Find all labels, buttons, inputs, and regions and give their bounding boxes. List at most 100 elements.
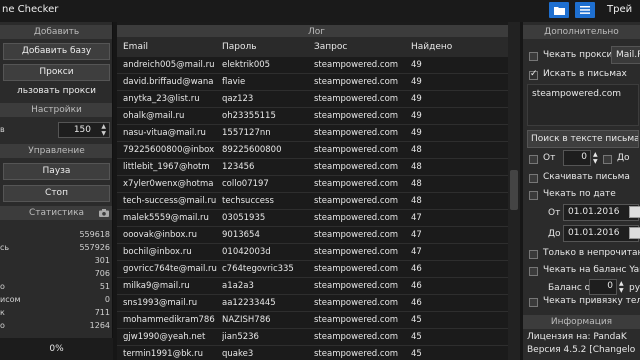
scrollbar-thumb[interactable] [510,170,518,210]
query-cell: steampowered.com [314,349,399,359]
query-cell: steampowered.com [314,298,399,308]
password-cell: elektrik005 [222,60,271,70]
table-row[interactable]: ohalk@mail.ru oh23355115 steampowered.com 4… [117,108,516,125]
stop-button[interactable]: Стоп [3,185,110,202]
date-from-field[interactable]: 01.01.2016 [563,204,639,221]
download-label: Скачивать письма [543,172,630,182]
download-checkbox[interactable] [529,174,538,183]
check-date-label: Чекать по дате [543,189,616,199]
table-row[interactable]: tech-success@mail.ru techsuccess steampowe… [117,193,516,210]
check-proxy-checkbox[interactable] [529,52,538,61]
email-cell: mohammedikram786 [123,315,215,325]
password-cell: a1a2a3 [222,281,254,291]
phone-checkbox[interactable] [529,298,538,307]
balance-unit: ру [629,283,640,293]
to-checkbox[interactable] [603,155,612,164]
table-row[interactable]: littlebit_1967@hotm 123456 steampowered.co… [117,159,516,176]
proxy-type-select[interactable]: Mail.R [611,46,640,64]
table-row[interactable]: ooovak@inbox.ru 9013654 steampowered.com 47 [117,227,516,244]
balance-label: Чекать на баланс Yanc [543,265,640,275]
query-cell: steampowered.com [314,111,399,121]
menu-icon [580,6,590,14]
table-row[interactable]: mohammedikram786 NAZISH786 steampowered.co… [117,312,516,329]
unread-checkbox[interactable] [529,250,538,259]
pause-button[interactable]: Пауза [3,163,110,180]
table-row[interactable]: 79225600800@inbox 89225600800 steampowered… [117,142,516,159]
date-to-label: До [548,229,561,239]
column-found[interactable]: Найдено [411,42,471,52]
password-cell: oh23355115 [222,111,276,121]
from-checkbox[interactable] [529,155,538,164]
version-link[interactable]: Версия 4.5.2 [Changelo [527,345,635,355]
password-cell: 89225600800 [222,145,282,155]
search-text-button[interactable]: Поиск в тексте письма [527,130,639,148]
table-row[interactable]: bochil@inbox.ru 01042003d steampowered.com… [117,244,516,261]
use-proxy-toggle[interactable]: льзовать прокси [3,83,110,100]
table-row[interactable]: termin1991@bk.ru quake3 steampowered.com 45 [117,346,516,360]
found-cell: 48 [411,179,422,189]
query-cell: steampowered.com [314,94,399,104]
tray-button[interactable]: Трей [607,4,632,15]
table-row[interactable]: david.briffaud@wana flavie steampowered.co… [117,74,516,91]
found-cell: 46 [411,264,422,274]
password-cell: collo07197 [222,179,269,189]
column-query[interactable]: Запрос [314,42,414,52]
search-in-mail-checkbox[interactable] [529,69,538,80]
password-cell: 123456 [222,162,255,172]
balance-stepper-arrows-icon[interactable]: ▲ ▼ [619,280,624,294]
table-row[interactable]: anytka_23@list.ru qaz123 steampowered.com 4… [117,91,516,108]
calendar-icon[interactable] [629,227,640,239]
balance-value: 0 [607,281,613,291]
from-stepper-arrows-icon[interactable]: ▲ ▼ [593,151,598,165]
column-password[interactable]: Пароль [222,42,310,52]
email-cell: anytka_23@list.ru [123,94,200,104]
found-cell: 49 [411,94,422,104]
date-to-field[interactable]: 01.01.2016 [563,225,639,242]
folder-button[interactable] [549,2,569,18]
query-cell: steampowered.com [314,162,399,172]
check-date-checkbox[interactable] [529,191,538,200]
stat-row: 301 [94,256,110,265]
found-cell: 49 [411,60,422,70]
query-cell: steampowered.com [314,145,399,155]
camera-icon[interactable] [99,209,109,217]
query-cell: steampowered.com [314,77,399,87]
menu-button[interactable] [575,2,595,18]
email-cell: ohalk@mail.ru [123,111,185,121]
search-in-mail-label: Искать в письмах [543,69,627,79]
query-cell: steampowered.com [314,230,399,240]
proxy-button[interactable]: Прокси [3,64,110,81]
balance-checkbox[interactable] [529,267,538,276]
add-base-button[interactable]: Добавить базу [3,43,110,60]
password-cell: qaz123 [222,94,254,104]
table-row[interactable]: andreich005@mail.ru elektrik005 steampower… [117,57,516,74]
table-row[interactable]: milka9@mail.ru a1a2a3 steampowered.com 46 [117,278,516,295]
balance-stepper[interactable]: 0 [589,279,617,295]
log-scrollbar[interactable] [508,22,520,360]
table-row[interactable]: gjw1990@yeah.net jian5236 steampowered.com… [117,329,516,346]
email-cell: govricc764te@mail.ru [123,264,217,274]
table-row[interactable]: sns1993@mail.ru aa12233445 steampowered.co… [117,295,516,312]
query-cell: steampowered.com [314,281,399,291]
query-cell: steampowered.com [314,213,399,223]
table-row[interactable]: govricc764te@mail.ru c764tegovric335 steam… [117,261,516,278]
log-panel: Лог Email Пароль Запрос Найдено andreich… [117,22,516,360]
found-cell: 48 [411,162,422,172]
found-cell: 47 [411,247,422,257]
query-cell: steampowered.com [314,264,399,274]
section-add: Добавить [0,25,112,39]
password-cell: aa12233445 [222,298,276,308]
search-query-textarea[interactable]: steampowered.com [527,84,639,126]
threads-label: в [0,125,5,134]
license-text: Лицензия на: PandaK [527,332,627,342]
stepper-arrows-icon[interactable]: ▲ ▼ [101,123,106,137]
table-row[interactable]: x7yler0wenx@hotma collo07197 steampowered.… [117,176,516,193]
table-row[interactable]: nasu-vitua@mail.ru 1557127nn steampowered.… [117,125,516,142]
email-cell: milka9@mail.ru [123,281,190,291]
query-cell: steampowered.com [314,60,399,70]
from-stepper[interactable]: 0 [563,150,591,166]
threads-stepper[interactable]: 150 ▲ ▼ [58,122,110,138]
table-row[interactable]: malek5559@mail.ru 03051935 steampowered.co… [117,210,516,227]
calendar-icon[interactable] [629,206,640,218]
column-email[interactable]: Email [123,42,217,52]
